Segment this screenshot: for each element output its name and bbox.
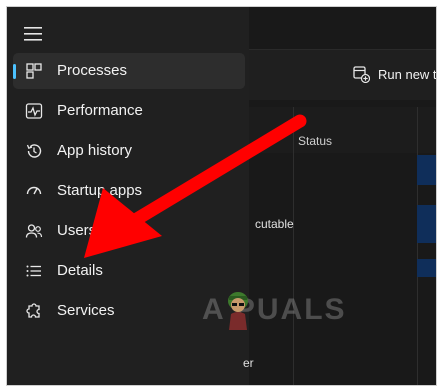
appuals-mascot-logo [228,292,248,330]
performance-icon [25,103,43,119]
task-manager-window: Processes Performance App history Startu… [6,6,437,386]
sidebar-item-label: App history [57,142,133,159]
status-column-header[interactable]: Status [298,134,332,148]
sidebar-item-label: Users [57,222,97,239]
column-divider [293,107,294,385]
sidebar-item-startup-apps[interactable]: Startup apps [13,173,245,209]
puzzle-icon [26,303,40,318]
run-task-icon [353,66,370,83]
selection-highlight [417,259,436,277]
sidebar-item-label: Services [57,302,115,319]
sidebar-item-label: Details [57,262,103,279]
sidebar-item-label: Startup apps [57,182,143,199]
active-indicator [13,64,16,79]
history-icon [26,144,42,158]
hamburger-menu-icon[interactable] [24,27,42,41]
process-status-text: er [243,356,254,370]
sidebar-item-performance[interactable]: Performance [13,93,245,129]
sidebar-item-processes[interactable]: Processes [13,53,245,89]
selection-highlight [417,205,436,243]
main-content: Run new t Status cutable er [243,7,436,385]
processes-icon [26,63,42,79]
run-new-task-label: Run new t [378,67,437,82]
list-icon [26,265,41,277]
toolbar: Run new t [249,49,436,100]
sidebar-item-label: Processes [57,62,128,79]
column-divider [417,107,418,385]
selection-highlight [417,155,436,185]
appuals-watermark: A PUALS [202,293,347,326]
process-status-text: cutable [255,217,294,231]
table-header-row [249,107,436,153]
sidebar-item-details[interactable]: Details [13,253,245,289]
sidebar-item-app-history[interactable]: App history [13,133,245,169]
gauge-icon [26,186,42,195]
sidebar-item-label: Performance [57,102,143,119]
sidebar-item-users[interactable]: Users [13,213,245,249]
sidebar: Processes Performance App history Startu… [7,7,249,385]
users-icon [25,224,43,238]
